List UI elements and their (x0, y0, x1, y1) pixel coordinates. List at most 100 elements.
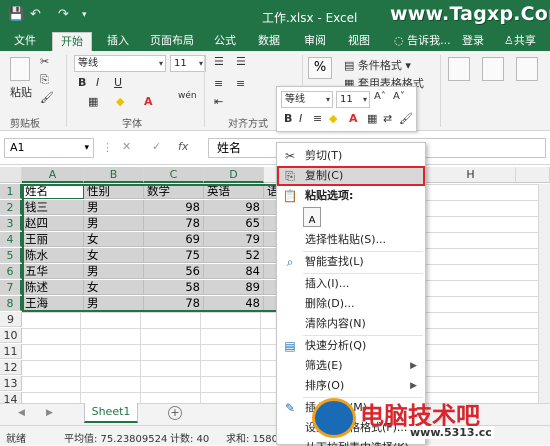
font-name-combo[interactable]: 等线 ▾ (74, 55, 166, 72)
table-cell[interactable]: 女 (84, 232, 144, 247)
menu-item-copy[interactable]: ⎘ 复制(C) (277, 166, 425, 186)
menu-item-smart-lookup[interactable]: ⌕ 智能查找(L) (277, 252, 425, 272)
save-icon[interactable]: 💾 (8, 7, 24, 22)
menu-item-insert[interactable]: 插入(I)... (277, 274, 425, 294)
redo-icon[interactable]: ↷ (58, 7, 69, 22)
column-header[interactable]: H (426, 167, 516, 183)
table-cell[interactable]: 48 (204, 296, 264, 311)
table-cell[interactable]: 男 (84, 296, 144, 311)
row-header[interactable]: 11 (0, 344, 22, 359)
mini-font-color-icon[interactable]: A (349, 112, 358, 125)
share-button[interactable]: ♙共享 (496, 32, 544, 51)
copy-icon[interactable]: ⎘ (40, 73, 49, 87)
table-cell[interactable]: 陈水 (22, 248, 84, 263)
table-cell[interactable]: 98 (204, 200, 264, 215)
add-sheet-button[interactable]: + (168, 406, 182, 420)
editing-icon[interactable] (482, 57, 504, 81)
empty-cells[interactable] (426, 184, 550, 405)
tab-formulas[interactable]: 公式 (206, 32, 244, 51)
name-box[interactable]: A1 ▾ (4, 138, 94, 158)
table-cell[interactable]: 65 (204, 216, 264, 231)
table-cell[interactable]: 78 (144, 296, 204, 311)
table-cell[interactable]: 女 (84, 248, 144, 263)
row-header[interactable]: 5 (0, 248, 22, 263)
paste-icon[interactable] (10, 57, 30, 81)
menu-item-sort[interactable]: 排序(O) ▶ (277, 376, 425, 396)
row-header[interactable]: 2 (0, 200, 22, 215)
row-header[interactable]: 3 (0, 216, 22, 231)
row-header[interactable]: 7 (0, 280, 22, 295)
cells-icon[interactable] (448, 57, 470, 81)
mini-painter-icon[interactable]: 🖌 (399, 112, 413, 125)
table-cell[interactable]: 性别 (84, 184, 144, 199)
fill-color-icon[interactable]: ◆ (116, 95, 124, 108)
table-cell[interactable]: 女 (84, 280, 144, 295)
cut-icon[interactable]: ✂ (40, 55, 49, 68)
column-header[interactable]: A (22, 167, 84, 183)
table-cell[interactable]: 69 (144, 232, 204, 247)
row-header[interactable]: 12 (0, 360, 22, 375)
mini-italic-button[interactable]: I (299, 112, 302, 125)
mini-font-combo[interactable]: 等线 ▾ (281, 91, 333, 108)
font-color-icon[interactable]: A (144, 95, 153, 108)
sheet-tab[interactable]: Sheet1 (84, 403, 138, 423)
align-center-icon[interactable]: ≡ (236, 77, 245, 90)
login-link[interactable]: 登录 (454, 32, 492, 51)
table-cell[interactable]: 男 (84, 216, 144, 231)
column-header[interactable]: D (204, 167, 264, 183)
phonetic-icon[interactable]: wén (178, 91, 197, 101)
column-header[interactable]: B (84, 167, 144, 183)
menu-item-quick-analysis[interactable]: ▤ 快速分析(Q) (277, 336, 425, 356)
underline-button[interactable]: U (114, 76, 122, 89)
worksheet-grid[interactable]: A B C D H 1 2 3 4 5 6 7 8 9 10 11 12 13 … (0, 167, 550, 407)
paste-option-icon[interactable]: A (303, 207, 321, 227)
italic-button[interactable]: I (96, 76, 99, 89)
tab-page-layout[interactable]: 页面布局 (142, 32, 202, 51)
font-size-combo[interactable]: 11 ▾ (170, 55, 206, 72)
decrease-font-icon[interactable]: A˅ (393, 91, 405, 102)
row-header[interactable]: 1 (0, 184, 22, 199)
tab-view[interactable]: 视图 (340, 32, 378, 51)
table-cell[interactable]: 84 (204, 264, 264, 279)
table-cell[interactable]: 58 (144, 280, 204, 295)
mini-align-icon[interactable]: ≡ (313, 112, 322, 125)
row-header[interactable]: 4 (0, 232, 22, 247)
align-middle-icon[interactable]: ☰ (236, 55, 246, 68)
bold-button[interactable]: B (78, 76, 86, 89)
row-header[interactable]: 8 (0, 296, 22, 311)
table-cell[interactable]: 男 (84, 264, 144, 279)
tab-data[interactable]: 数据 (250, 32, 288, 51)
tab-review[interactable]: 审阅 (296, 32, 334, 51)
table-cell[interactable]: 王丽 (22, 232, 84, 247)
tab-file[interactable]: 文件 (6, 32, 44, 51)
table-cell[interactable]: 52 (204, 248, 264, 263)
mini-fill-icon[interactable]: ◆ (329, 112, 337, 125)
row-header[interactable]: 9 (0, 312, 22, 327)
table-cell[interactable]: 89 (204, 280, 264, 295)
customize-icon[interactable]: ▾ (82, 10, 87, 20)
empty-cells[interactable] (22, 312, 276, 405)
conditional-format-button[interactable]: ▤ 条件格式 ▾ (344, 57, 411, 73)
tab-insert[interactable]: 插入 (99, 32, 137, 51)
vertical-scrollbar[interactable] (538, 184, 550, 405)
mini-bold-button[interactable]: B (284, 112, 292, 125)
insert-function-icon[interactable]: fx (178, 140, 188, 153)
menu-item-delete[interactable]: 删除(D)... (277, 294, 425, 314)
align-left-icon[interactable]: ≡ (214, 77, 223, 90)
scroll-left-icon[interactable]: ◀ (18, 408, 25, 418)
align-top-icon[interactable]: ☰ (214, 55, 224, 68)
tab-home[interactable]: 开始 (52, 32, 92, 51)
table-cell[interactable]: 56 (144, 264, 204, 279)
table-cell[interactable]: 男 (84, 200, 144, 215)
row-header[interactable]: 10 (0, 328, 22, 343)
menu-item-paste-special[interactable]: 选择性粘贴(S)... (277, 230, 425, 250)
format-painter-icon[interactable]: 🖌 (40, 91, 54, 104)
table-cell[interactable]: 78 (144, 216, 204, 231)
scroll-right-icon[interactable]: ▶ (46, 408, 53, 418)
cancel-icon[interactable]: ✕ (122, 140, 131, 153)
undo-icon[interactable]: ↶ (30, 7, 41, 22)
table-cell[interactable]: 陈述 (22, 280, 84, 295)
table-cell[interactable]: 钱三 (22, 200, 84, 215)
row-header[interactable]: 13 (0, 376, 22, 391)
menu-item-cut[interactable]: ✂ 剪切(T) (277, 146, 425, 166)
